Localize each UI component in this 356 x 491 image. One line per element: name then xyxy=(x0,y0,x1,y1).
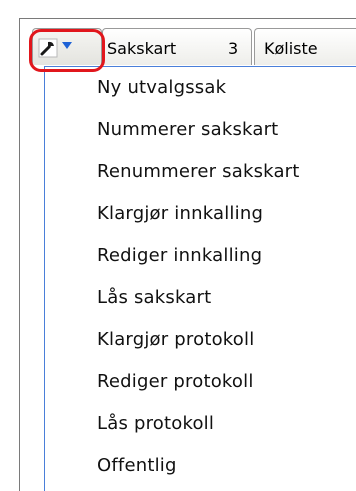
tab-sakskart-count: 3 xyxy=(228,39,239,58)
menu-item-ny-utvalgssak[interactable]: Ny utvalgssak xyxy=(97,68,226,108)
screen: Sakskart 3 Køliste Ny utvalgssak Nummere… xyxy=(0,0,356,491)
menu-item-las-sakskart[interactable]: Lås sakskart xyxy=(97,278,211,318)
menu-item-klargjor-protokoll[interactable]: Klargjør protokoll xyxy=(97,320,254,360)
menu-item-klargjor-innkalling[interactable]: Klargjør innkalling xyxy=(97,194,263,234)
menu-item-rediger-protokoll[interactable]: Rediger protokoll xyxy=(97,362,254,402)
triangle-down-icon[interactable] xyxy=(60,38,74,52)
menu-item-las-protokoll[interactable]: Lås protokoll xyxy=(97,404,214,444)
menu-item-offentlig[interactable]: Offentlig xyxy=(97,446,177,486)
frame-left-border xyxy=(19,18,20,491)
tab-sakskart[interactable]: Sakskart 3 xyxy=(102,28,252,65)
menu-item-nummerer-sakskart[interactable]: Nummerer sakskart xyxy=(97,110,278,150)
tab-sakskart-label: Sakskart xyxy=(107,39,177,58)
menu-item-renummerer-sakskart[interactable]: Renummerer sakskart xyxy=(97,152,300,192)
tools-dropdown-menu: Ny utvalgssak Nummerer sakskart Renummer… xyxy=(44,66,356,491)
wrench-icon[interactable] xyxy=(38,38,58,58)
tab-koliste[interactable]: Køliste xyxy=(254,28,356,65)
tab-koliste-label: Køliste xyxy=(264,39,318,58)
menu-item-rediger-innkalling[interactable]: Rediger innkalling xyxy=(97,236,262,276)
menu-icon-gutter xyxy=(45,67,78,491)
frame-top-border xyxy=(19,18,356,19)
